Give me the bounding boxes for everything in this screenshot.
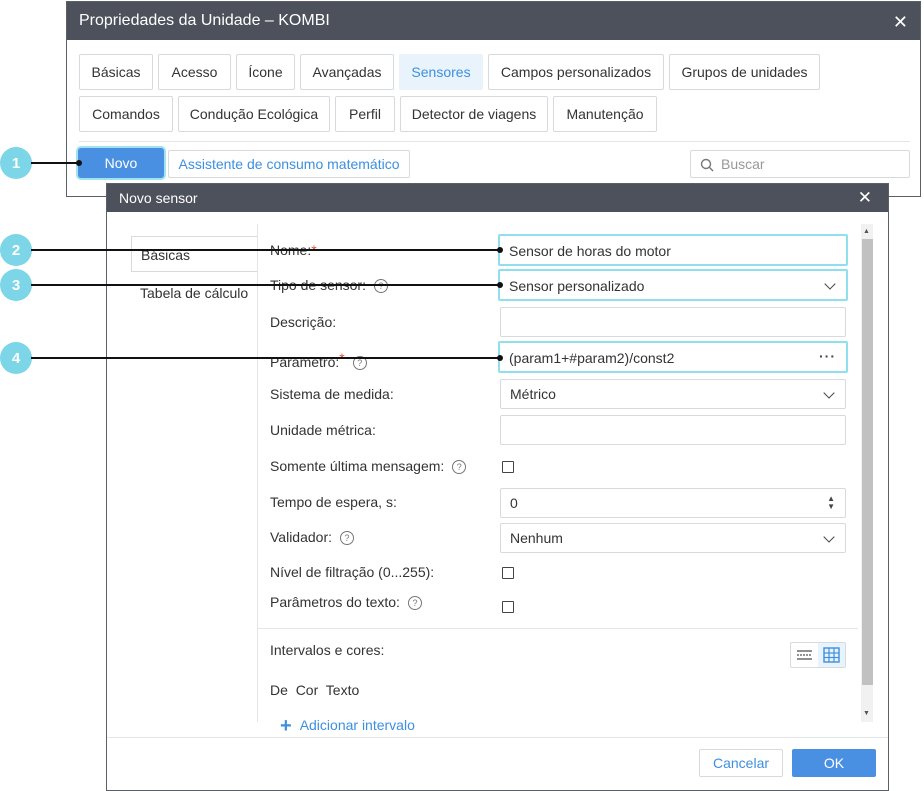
measure-system-label: Sistema de medida: [270,386,394,402]
add-interval-button[interactable]: + Adicionar intervalo [280,715,415,738]
validator-label-text: Validador: [270,529,333,545]
dialog-header: Novo sensor ✕ [107,184,888,212]
callout-1: 1 [0,147,32,179]
measure-system-select[interactable]: Métrico [500,379,846,409]
footer-divider [107,737,888,738]
tab-grupos-de-unidades[interactable]: Grupos de unidades [669,54,820,90]
ok-button[interactable]: OK [792,749,876,777]
parameter-value: (param1+#param2)/const2 [509,350,675,366]
callout-dot [497,247,503,253]
side-tab-basicas[interactable]: Básicas [131,236,257,272]
callout-line [31,249,500,251]
measure-system-value: Métrico [510,386,556,402]
sensor-type-value: Sensor personalizado [509,278,645,294]
description-label: Descrição: [270,314,337,330]
filter-level-checkbox[interactable] [502,567,514,579]
parameter-input[interactable]: (param1+#param2)/const2 ··· [498,341,848,373]
divider [79,141,910,142]
col-text: Texto [325,682,360,698]
tab-acesso[interactable]: Acesso [158,54,231,90]
last-message-label-text: Somente última mensagem: [270,458,445,474]
callout-2: 2 [0,234,32,266]
new-sensor-button[interactable]: Novo [78,148,164,178]
search-icon [700,158,714,172]
parameter-label: Parâmetro:*? [270,350,367,371]
help-icon[interactable]: ? [373,279,388,294]
tab-detector-de-viagens[interactable]: Detector de viagens [400,96,548,132]
window-header: Propriedades da Unidade – KOMBI ✕ [67,2,920,40]
window-title: Propriedades da Unidade – KOMBI [79,12,330,29]
validator-select[interactable]: Nenhum [500,523,846,553]
scroll-up-icon[interactable]: ▲ [863,228,870,235]
timeout-value: 0 [510,495,518,511]
description-input[interactable] [500,307,846,337]
intervals-table-header: De Cor Texto [270,682,359,698]
intervals-label: Intervalos e cores: [270,642,385,658]
close-icon[interactable]: ✕ [893,13,908,31]
timeout-input[interactable]: 0 ▲ ▼ [500,488,846,518]
callout-3: 3 [0,269,32,301]
chevron-down-icon [823,531,835,543]
callout-line [31,284,500,286]
timeout-label: Tempo de espera, s: [270,494,397,510]
view-toggle[interactable] [790,642,846,668]
col-from: De [270,682,288,698]
name-input[interactable]: Sensor de horas do motor [498,234,848,266]
cancel-button[interactable]: Cancelar [699,749,783,777]
filter-level-label: Nível de filtração (0...255): [270,564,435,580]
section-divider [258,628,858,629]
metric-unit-label: Unidade métrica: [270,422,376,438]
sensor-type-select[interactable]: Sensor personalizado [498,269,848,301]
list-view-icon[interactable] [791,643,818,667]
text-params-label-text: Parâmetros do texto: [270,594,400,610]
callout-dot [76,160,82,166]
callout-dot [497,282,503,288]
side-tab-tabela-de-calculo[interactable]: Tabela de cálculo [140,285,248,301]
scrollbar-thumb[interactable] [862,239,873,685]
callout-4: 4 [0,342,32,374]
validator-label: Validador:? [270,529,355,546]
search-box[interactable] [690,150,910,178]
tab-avancadas[interactable]: Avançadas [300,54,394,90]
text-params-checkbox[interactable] [502,601,514,613]
text-params-label: Parâmetros do texto:? [270,594,422,611]
help-icon[interactable]: ? [407,596,422,611]
last-message-label: Somente última mensagem:? [270,458,467,475]
tab-campos-personalizados[interactable]: Campos personalizados [488,54,664,90]
tab-conducao-ecologica[interactable]: Condução Ecológica [178,96,330,132]
tab-manutencao[interactable]: Manutenção [553,96,657,132]
last-message-checkbox[interactable] [502,461,514,473]
tab-perfil[interactable]: Perfil [335,96,395,132]
table-view-icon[interactable] [818,643,845,667]
tab-icone[interactable]: Ícone [236,54,295,90]
dialog-title: Novo sensor [119,190,198,206]
chevron-down-icon [824,278,836,290]
metric-unit-input[interactable] [500,415,846,445]
tab-sensores[interactable]: Sensores [399,54,483,90]
help-icon[interactable]: ? [452,460,467,475]
side-divider [257,224,258,722]
stepper-icon[interactable]: ▲ ▼ [827,495,835,511]
callout-line [31,357,500,359]
search-input[interactable] [719,155,903,173]
new-sensor-dialog: Novo sensor ✕ Básicas Tabela de cálculo … [106,183,889,791]
col-color: Cor [295,682,319,698]
tab-basicas[interactable]: Básicas [79,54,153,90]
scroll-down-icon[interactable]: ▼ [863,710,870,717]
help-icon[interactable]: ? [340,531,355,546]
tab-comandos[interactable]: Comandos [79,96,173,132]
more-icon[interactable]: ··· [819,348,836,364]
close-icon[interactable]: ✕ [858,189,872,207]
chevron-down-icon [823,387,835,399]
unit-properties-window: Propriedades da Unidade – KOMBI ✕ Básica… [66,1,921,197]
callout-dot [497,355,503,361]
plus-icon: + [280,715,292,737]
add-interval-label: Adicionar intervalo [299,717,415,733]
math-consumption-assistant-button[interactable]: Assistente de consumo matemático [168,150,410,178]
callout-line [31,162,79,164]
name-value: Sensor de horas do motor [509,243,671,259]
validator-value: Nenhum [510,530,563,546]
